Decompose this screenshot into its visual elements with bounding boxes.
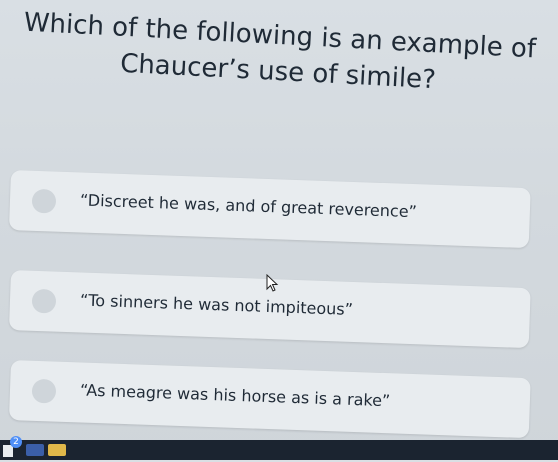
notification-badge: 2 (10, 436, 22, 448)
answer-option-label: “Discreet he was, and of great reverence… (79, 190, 418, 222)
answer-option-3[interactable]: “As meagre was his horse as is a rake” (8, 360, 531, 439)
radio-button[interactable] (31, 188, 57, 214)
app-icon[interactable] (26, 444, 44, 456)
radio-button[interactable] (31, 288, 57, 314)
radio-button[interactable] (31, 378, 57, 404)
answer-option-1[interactable]: “Discreet he was, and of great reverence… (8, 170, 531, 249)
answer-option-label: “To sinners he was not impiteous” (79, 290, 354, 319)
taskbar: 2 (0, 436, 558, 460)
start-icon[interactable]: 2 (2, 436, 22, 458)
question-text: Which of the following is an example of … (12, 4, 545, 104)
answer-option-label: “As meagre was his horse as is a rake” (79, 380, 391, 411)
folder-icon[interactable] (48, 444, 66, 456)
mouse-pointer-icon (266, 274, 279, 292)
